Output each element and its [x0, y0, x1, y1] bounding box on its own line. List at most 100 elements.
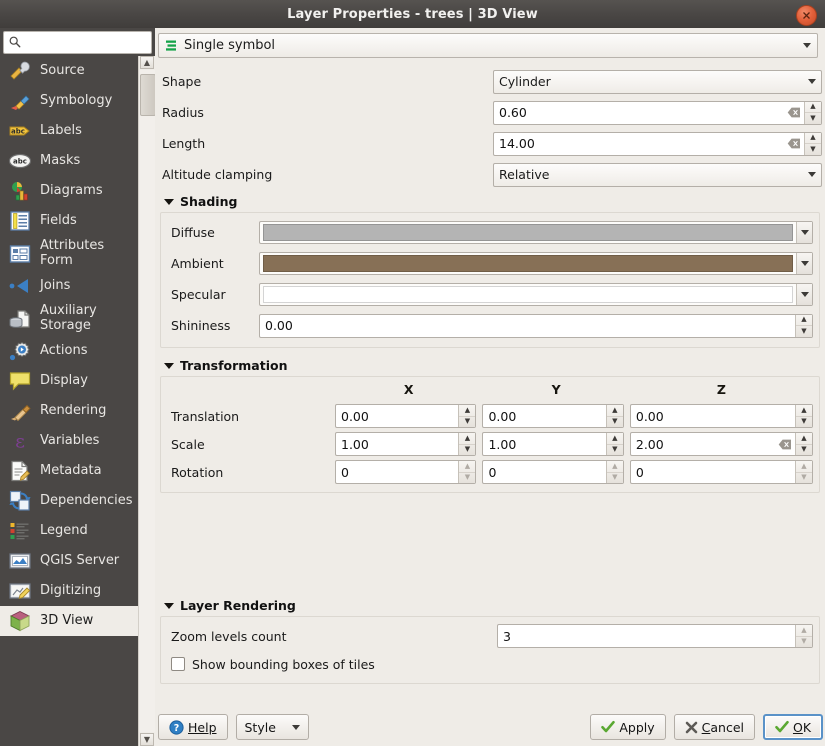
diffuse-color-button[interactable]: [259, 221, 813, 244]
clear-icon[interactable]: [784, 102, 804, 124]
stepper-up-icon[interactable]: ▲: [796, 433, 812, 445]
rotation-x-spinbox[interactable]: 0▲▼: [335, 460, 476, 484]
close-icon[interactable]: [796, 5, 817, 26]
style-button[interactable]: Style: [236, 714, 309, 740]
scrollbar-thumb[interactable]: [140, 74, 156, 116]
sidebar-item-labels[interactable]: abcLabels: [0, 116, 138, 146]
stepper-up-icon[interactable]: ▲: [607, 461, 623, 473]
rotation-x-value[interactable]: 0: [336, 461, 458, 483]
stepper-down-icon[interactable]: ▼: [796, 326, 812, 337]
sidebar-scrollbar[interactable]: ▲ ▼: [138, 56, 155, 746]
stepper-up-icon[interactable]: ▲: [607, 405, 623, 417]
stepper-down-icon[interactable]: ▼: [607, 473, 623, 484]
apply-button[interactable]: Apply: [590, 714, 665, 740]
stepper-down-icon[interactable]: ▼: [607, 445, 623, 456]
stepper-up-icon[interactable]: ▲: [607, 433, 623, 445]
renderer-type-combo[interactable]: Single symbol: [158, 33, 818, 58]
chevron-down-icon[interactable]: [796, 253, 812, 274]
scroll-down-icon[interactable]: ▼: [140, 733, 154, 746]
stepper-up-icon[interactable]: ▲: [459, 433, 475, 445]
stepper-down-icon[interactable]: ▼: [459, 417, 475, 428]
sidebar-item-source[interactable]: Source: [0, 56, 138, 86]
transformation-group-header[interactable]: Transformation: [158, 354, 822, 376]
translation-z-spinbox[interactable]: 0.00▲▼: [630, 404, 813, 428]
sidebar-item-digitizing[interactable]: Digitizing: [0, 576, 138, 606]
radius-spinbox[interactable]: 0.60 ▲ ▼: [493, 101, 822, 125]
scale-y-value[interactable]: 1.00: [483, 433, 605, 455]
translation-y-stepper[interactable]: ▲▼: [606, 405, 623, 427]
stepper-down-icon[interactable]: ▼: [796, 445, 812, 456]
shininess-stepper[interactable]: ▲ ▼: [795, 315, 812, 337]
sidebar-item-variables[interactable]: εVariables: [0, 426, 138, 456]
rotation-x-stepper[interactable]: ▲▼: [458, 461, 475, 483]
ok-button[interactable]: OK: [763, 714, 823, 740]
sidebar-item-metadata[interactable]: Metadata: [0, 456, 138, 486]
stepper-up-icon[interactable]: ▲: [796, 461, 812, 473]
stepper-down-icon[interactable]: ▼: [805, 144, 821, 155]
category-sidebar[interactable]: SourceSymbologyabcLabelsabcMasksDiagrams…: [0, 56, 138, 746]
stepper-down-icon[interactable]: ▼: [805, 113, 821, 124]
length-value[interactable]: 14.00: [494, 133, 784, 155]
ambient-color-button[interactable]: [259, 252, 813, 275]
sidebar-item-rendering[interactable]: Rendering: [0, 396, 138, 426]
sidebar-item-actions[interactable]: Actions: [0, 336, 138, 366]
zoom-levels-stepper[interactable]: ▲ ▼: [795, 625, 812, 647]
translation-z-value[interactable]: 0.00: [631, 405, 795, 427]
clear-icon[interactable]: [784, 133, 804, 155]
stepper-up-icon[interactable]: ▲: [805, 102, 821, 114]
stepper-up-icon[interactable]: ▲: [796, 315, 812, 327]
sidebar-item-legend[interactable]: Legend: [0, 516, 138, 546]
scroll-up-icon[interactable]: ▲: [140, 56, 154, 69]
stepper-up-icon[interactable]: ▲: [805, 133, 821, 145]
sidebar-item-joins[interactable]: Joins: [0, 271, 138, 301]
chevron-down-icon[interactable]: [796, 284, 812, 305]
zoom-levels-spinbox[interactable]: 3 ▲ ▼: [497, 624, 813, 648]
sidebar-item-3d-view[interactable]: 3D View: [0, 606, 138, 636]
shininess-spinbox[interactable]: 0.00 ▲ ▼: [259, 314, 813, 338]
translation-x-value[interactable]: 0.00: [336, 405, 458, 427]
altitude-clamping-combo[interactable]: Relative: [493, 163, 822, 187]
layer-rendering-group-header[interactable]: Layer Rendering: [158, 594, 822, 616]
help-button[interactable]: ? Help: [158, 714, 228, 740]
sidebar-item-attributes-form[interactable]: Attributes Form: [0, 236, 138, 271]
stepper-up-icon[interactable]: ▲: [459, 461, 475, 473]
stepper-up-icon[interactable]: ▲: [796, 625, 812, 637]
chevron-down-icon[interactable]: [796, 222, 812, 243]
rotation-z-spinbox[interactable]: 0▲▼: [630, 460, 813, 484]
rotation-y-stepper[interactable]: ▲▼: [606, 461, 623, 483]
stepper-down-icon[interactable]: ▼: [459, 445, 475, 456]
show-bounding-boxes-row[interactable]: Show bounding boxes of tiles: [167, 651, 813, 677]
rotation-y-value[interactable]: 0: [483, 461, 605, 483]
scale-z-value[interactable]: 2.00: [631, 433, 775, 455]
scale-x-stepper[interactable]: ▲▼: [458, 433, 475, 455]
show-bounding-boxes-checkbox[interactable]: [171, 657, 185, 671]
scale-x-spinbox[interactable]: 1.00▲▼: [335, 432, 476, 456]
scale-y-stepper[interactable]: ▲▼: [606, 433, 623, 455]
specular-color-button[interactable]: [259, 283, 813, 306]
translation-y-spinbox[interactable]: 0.00▲▼: [482, 404, 623, 428]
translation-y-value[interactable]: 0.00: [483, 405, 605, 427]
shape-combo[interactable]: Cylinder: [493, 70, 822, 94]
stepper-up-icon[interactable]: ▲: [459, 405, 475, 417]
radius-stepper[interactable]: ▲ ▼: [804, 102, 821, 124]
stepper-down-icon[interactable]: ▼: [459, 473, 475, 484]
stepper-up-icon[interactable]: ▲: [796, 405, 812, 417]
stepper-down-icon[interactable]: ▼: [796, 417, 812, 428]
sidebar-item-masks[interactable]: abcMasks: [0, 146, 138, 176]
scale-x-value[interactable]: 1.00: [336, 433, 458, 455]
stepper-down-icon[interactable]: ▼: [796, 473, 812, 484]
translation-z-stepper[interactable]: ▲▼: [795, 405, 812, 427]
length-spinbox[interactable]: 14.00 ▲ ▼: [493, 132, 822, 156]
stepper-down-icon[interactable]: ▼: [607, 417, 623, 428]
shading-group-header[interactable]: Shading: [158, 190, 822, 212]
radius-value[interactable]: 0.60: [494, 102, 784, 124]
sidebar-item-display[interactable]: Display: [0, 366, 138, 396]
clear-icon[interactable]: [775, 433, 795, 455]
sidebar-item-dependencies[interactable]: Dependencies: [0, 486, 138, 516]
scale-z-spinbox[interactable]: 2.00 ▲▼: [630, 432, 813, 456]
scale-z-stepper[interactable]: ▲▼: [795, 433, 812, 455]
scrollbar-trough[interactable]: [139, 70, 155, 732]
rotation-z-stepper[interactable]: ▲▼: [795, 461, 812, 483]
diffuse-color-swatch[interactable]: [263, 224, 793, 241]
rotation-z-value[interactable]: 0: [631, 461, 795, 483]
